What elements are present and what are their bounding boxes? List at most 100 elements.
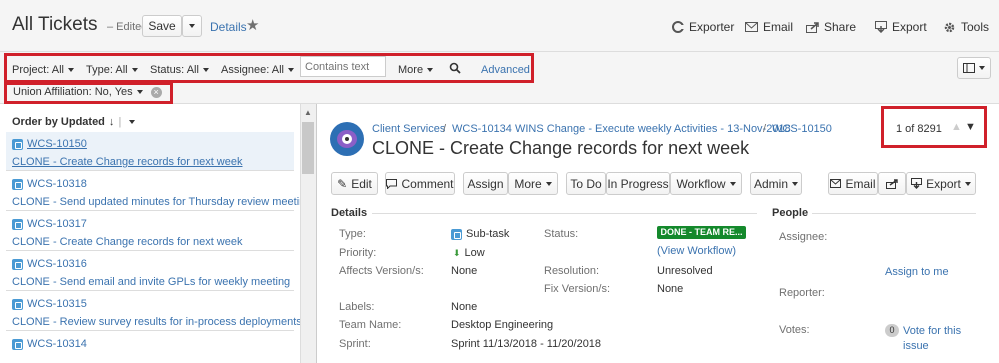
affects-version-value: None — [451, 265, 478, 277]
comment-label: Comment — [401, 176, 454, 191]
highlight-box-union — [4, 82, 173, 104]
chevron-down-icon[interactable] — [129, 120, 136, 124]
issue-key[interactable]: WCS-10317 — [27, 218, 87, 230]
issue-summary[interactable]: CLONE - Send email and invite GPLs for w… — [12, 276, 290, 288]
highlight-box-filters — [4, 53, 534, 83]
exporter-button[interactable]: Exporter — [672, 20, 734, 34]
priority-value: ⬇ Low — [453, 247, 485, 259]
votes-label: Votes: — [779, 324, 810, 336]
export-label: Export — [892, 20, 927, 34]
comment-icon — [386, 178, 398, 189]
details-link[interactable]: Details — [210, 20, 247, 34]
todo-button[interactable]: To Do — [566, 172, 606, 195]
details-heading: Details — [331, 207, 368, 219]
edit-button[interactable]: ✎ Edit — [331, 172, 378, 195]
issue-summary[interactable]: CLONE - Create Change records for next w… — [12, 236, 243, 248]
team-name-value: Desktop Engineering — [451, 319, 554, 331]
issue-key[interactable]: WCS-10315 — [27, 298, 87, 310]
share-button[interactable]: Share — [806, 20, 856, 34]
view-workflow-link[interactable]: (View Workflow) — [657, 245, 736, 257]
chevron-down-icon — [545, 181, 552, 186]
issue-key[interactable]: WCS-10314 — [27, 338, 87, 350]
list-item[interactable]: WCS-10150 CLONE - Create Change records … — [6, 132, 294, 171]
list-item[interactable]: WCS-10314 — [6, 332, 294, 363]
share-icon — [806, 21, 819, 33]
team-name-label: Team Name: — [339, 319, 402, 331]
project-avatar — [330, 122, 364, 156]
people-heading: People — [772, 207, 809, 219]
labels-value: None — [451, 301, 478, 313]
fix-version-value: None — [657, 283, 684, 295]
issue-email-button[interactable]: Email — [828, 172, 878, 195]
in-progress-button[interactable]: In Progress — [606, 172, 670, 195]
order-by-label: Order by Updated — [12, 116, 105, 128]
resolution-value: Unresolved — [657, 265, 713, 277]
admin-label: Admin — [753, 176, 788, 191]
layout-icon — [963, 63, 975, 73]
issue-key[interactable]: WCS-10316 — [27, 258, 87, 270]
vote-link[interactable]: Vote for this issue — [903, 324, 973, 354]
details-divider — [372, 213, 757, 214]
breadcrumb-project[interactable]: Client Services — [372, 123, 445, 135]
more-actions-label: More — [514, 176, 542, 191]
issue-summary[interactable]: CLONE - Send updated minutes for Thursda… — [12, 196, 311, 208]
workflow-button[interactable]: Workflow — [670, 172, 742, 195]
list-scrollbar-thumb[interactable] — [302, 122, 314, 174]
chevron-down-icon — [979, 66, 985, 70]
subtask-icon — [451, 228, 462, 240]
status-label: Status: — [544, 228, 579, 240]
comment-button[interactable]: Comment — [385, 172, 455, 195]
list-item[interactable]: WCS-10317 CLONE - Create Change records … — [6, 212, 294, 251]
issue-key[interactable]: WCS-10150 — [27, 138, 87, 150]
type-label: Type: — [339, 228, 366, 240]
resolution-label: Resolution: — [544, 265, 600, 277]
order-by-control[interactable]: Order by Updated ↓ | — [12, 116, 136, 128]
issue-export-button[interactable]: Export — [906, 172, 976, 195]
subtask-icon — [12, 258, 23, 270]
subtask-icon — [12, 138, 23, 150]
star-icon[interactable]: ★ — [246, 16, 259, 34]
email-icon — [745, 22, 758, 32]
pencil-icon: ✎ — [337, 176, 348, 191]
admin-button[interactable]: Admin — [750, 172, 802, 195]
issue-export-label: Export — [926, 176, 961, 191]
status-badge: DONE - TEAM RE... — [657, 226, 746, 239]
issue-title: CLONE - Create Change records for next w… — [372, 138, 750, 158]
list-item[interactable]: WCS-10315 CLONE - Review survey results … — [6, 292, 302, 331]
list-item[interactable]: WCS-10318 CLONE - Send updated minutes f… — [6, 172, 311, 211]
priority-label: Priority: — [339, 247, 377, 259]
assign-to-me-link[interactable]: Assign to me — [885, 266, 949, 278]
save-button[interactable]: Save — [142, 15, 182, 37]
pager-count: 1 of 8291 — [896, 123, 942, 135]
gear-icon — [944, 22, 955, 32]
breadcrumb-parent[interactable]: WCS-10134 WINS Change - Execute weekly A… — [452, 123, 791, 135]
issue-summary[interactable]: CLONE - Review survey results for in-pro… — [12, 316, 302, 328]
issue-share-button[interactable] — [878, 172, 906, 195]
layout-switcher-button[interactable] — [957, 57, 991, 79]
tools-button[interactable]: Tools — [943, 20, 989, 34]
scroll-up-icon[interactable]: ▲ — [304, 108, 312, 117]
export-button[interactable]: Export — [875, 20, 927, 34]
arrow-down-icon: ↓ — [108, 116, 115, 128]
chevron-down-icon — [792, 181, 798, 186]
save-options-button[interactable] — [182, 15, 202, 37]
subtask-icon — [12, 218, 23, 230]
chevron-down-icon — [964, 181, 971, 186]
next-issue-icon[interactable]: ▼ — [965, 121, 976, 133]
email-button[interactable]: Email — [745, 20, 793, 34]
exporter-label: Exporter — [689, 20, 735, 34]
previous-issue-icon[interactable]: ▲ — [951, 121, 962, 133]
subtask-icon — [12, 178, 23, 190]
tools-label: Tools — [961, 20, 990, 34]
more-actions-button[interactable]: More — [508, 172, 558, 195]
chevron-down-icon — [729, 181, 736, 186]
breadcrumb-separator: / — [763, 123, 767, 135]
exporter-icon — [672, 21, 684, 33]
breadcrumb-key[interactable]: WCS-10150 — [772, 123, 832, 135]
list-item[interactable]: WCS-10316 CLONE - Send email and invite … — [6, 252, 294, 291]
issue-key[interactable]: WCS-10318 — [27, 178, 87, 190]
labels-label: Labels: — [339, 301, 375, 313]
issue-summary[interactable]: CLONE - Create Change records for next w… — [12, 156, 243, 168]
subtask-icon — [12, 298, 23, 310]
assign-button[interactable]: Assign — [463, 172, 508, 195]
